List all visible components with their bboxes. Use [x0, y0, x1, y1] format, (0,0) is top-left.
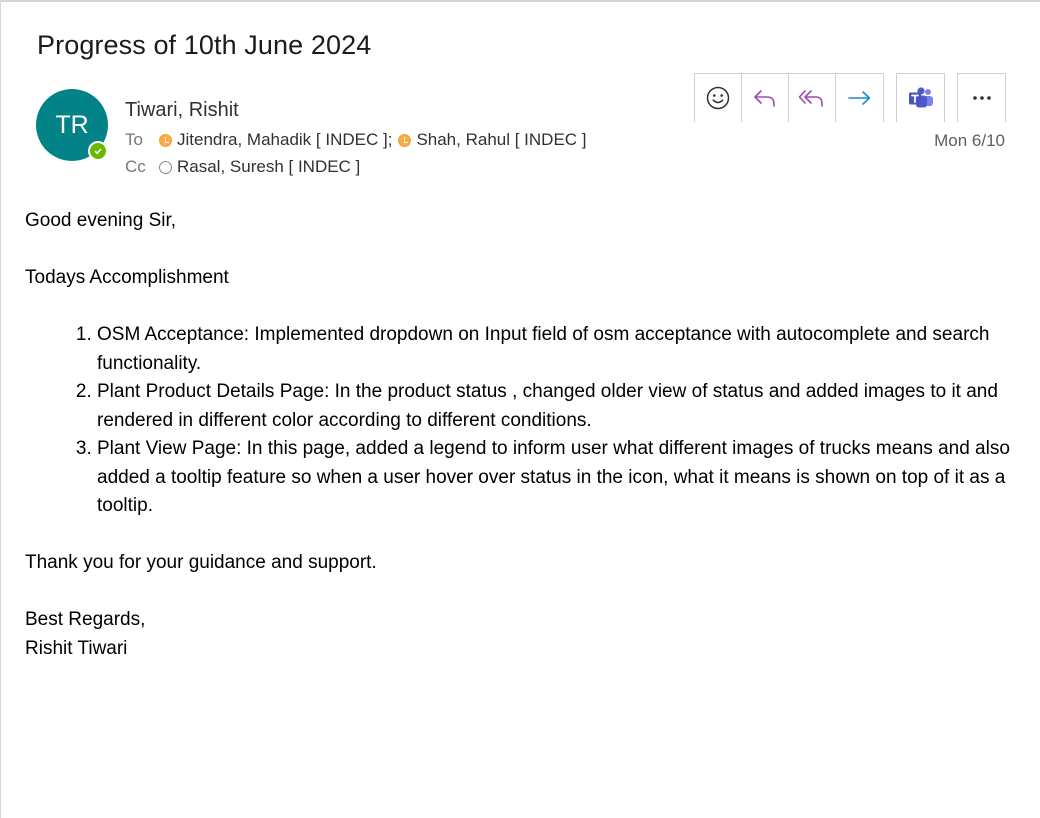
reply-button[interactable] — [742, 74, 789, 122]
presence-available-icon — [88, 141, 108, 161]
cc-recipients-row: Cc Rasal, Suresh [ INDEC ] — [125, 157, 360, 177]
forward-button[interactable] — [836, 74, 883, 122]
teams-action-group — [896, 73, 945, 122]
email-reading-pane: Progress of 10th June 2024 TR Tiwari, Ri… — [0, 0, 1040, 818]
body-heading: Todays Accomplishment — [25, 267, 229, 288]
away-status-icon — [159, 133, 172, 147]
teams-icon — [908, 87, 933, 108]
avatar-initials: TR — [55, 110, 89, 139]
recipient-name[interactable]: Shah, Rahul [ INDEC ] — [416, 130, 586, 150]
message-toolbar — [694, 73, 1006, 122]
list-item: Plant View Page: In this page, added a l… — [97, 435, 1015, 521]
reply-actions-group — [694, 73, 884, 122]
recipient-separator: ; — [387, 130, 393, 149]
email-date: Mon 6/10 — [934, 131, 1005, 150]
share-to-teams-button[interactable] — [897, 74, 944, 122]
more-icon — [972, 96, 991, 100]
list-item: Plant Product Details Page: In the produ… — [97, 378, 1015, 435]
email-body: Good evening Sir, Todays Accomplishment … — [25, 207, 1015, 663]
cc-label: Cc — [125, 157, 146, 176]
to-recipients-row: To Jitendra, Mahadik [ INDEC ]; Shah, Ra… — [125, 130, 587, 150]
more-actions-group — [957, 73, 1006, 122]
list-item: OSM Acceptance: Implemented dropdown on … — [97, 321, 1015, 378]
accomplishment-list: OSM Acceptance: Implemented dropdown on … — [25, 321, 1015, 521]
reply-all-button[interactable] — [789, 74, 836, 122]
emoji-reaction-button[interactable] — [695, 74, 742, 122]
reply-icon — [754, 90, 775, 107]
email-subject: Progress of 10th June 2024 — [37, 30, 372, 60]
more-actions-button[interactable] — [958, 74, 1005, 122]
signature: Rishit Tiwari — [25, 637, 128, 659]
away-status-icon — [398, 133, 412, 147]
offline-status-icon — [159, 160, 172, 174]
closing-line: Best Regards, — [25, 609, 146, 630]
recipient-name[interactable]: Rasal, Suresh [ INDEC ] — [177, 157, 360, 177]
greeting: Good evening Sir, — [25, 210, 177, 231]
to-label: To — [125, 130, 143, 149]
forward-icon — [847, 91, 870, 105]
reply-all-icon — [798, 90, 823, 107]
emoji-icon — [706, 86, 730, 110]
sender-name[interactable]: Tiwari, Rishit — [125, 99, 239, 122]
thanks-line: Thank you for your guidance and support. — [25, 552, 377, 573]
recipient-name[interactable]: Jitendra, Mahadik [ INDEC ] — [177, 130, 388, 150]
